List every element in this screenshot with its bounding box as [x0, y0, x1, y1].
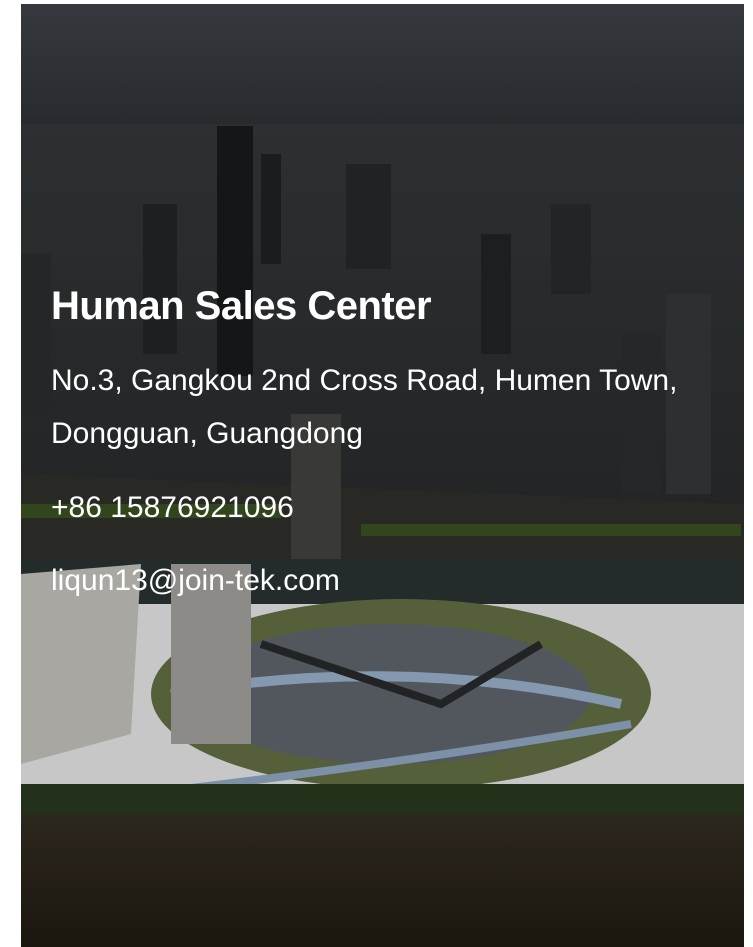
address-text: No.3, Gangkou 2nd Cross Road, Humen Town… — [51, 364, 678, 450]
email-address[interactable]: liqun13@join-tek.com — [51, 561, 691, 601]
phone-number[interactable]: +86 15876921096 — [51, 488, 691, 528]
sales-center-title: Human Sales Center — [51, 284, 432, 328]
contact-card: Human Sales Center No.3, Gangkou 2nd Cro… — [21, 4, 744, 947]
contact-details: Human Sales Center No.3, Gangkou 2nd Cro… — [51, 282, 691, 601]
